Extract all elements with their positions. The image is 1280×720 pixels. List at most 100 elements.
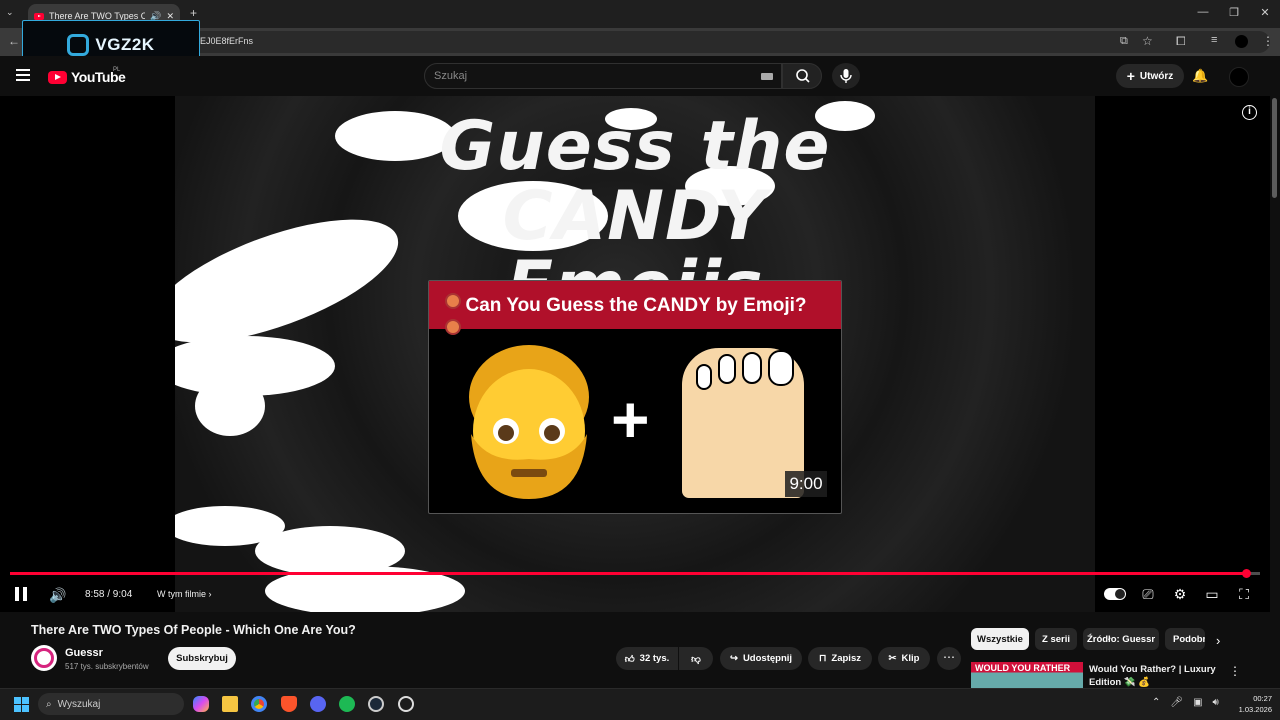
keyboard-icon[interactable] <box>761 73 773 80</box>
recommended-video-title[interactable]: Would You Rather? | Luxury Edition 💸 💰 <box>1089 663 1219 689</box>
pause-icon[interactable] <box>15 587 27 601</box>
theater-mode-icon[interactable]: ▭ <box>1202 586 1222 603</box>
save-label: Zapisz <box>831 653 861 664</box>
cast-icon[interactable]: ⧉ <box>1120 35 1128 48</box>
chapters-label: W tym filmie <box>157 589 206 599</box>
account-avatar[interactable] <box>1229 67 1249 87</box>
end-screen-card[interactable]: Can You Guess the CANDY by Emoji? + 9:00 <box>428 280 842 514</box>
dislike-button[interactable]: 👎︎ <box>679 647 713 670</box>
like-button[interactable]: 👍︎ 32 tys. <box>616 647 678 670</box>
autoplay-toggle[interactable] <box>1104 588 1126 600</box>
volume-icon[interactable]: 🔊 <box>49 587 66 604</box>
scissors-icon: ✂ <box>888 653 897 664</box>
chip-all[interactable]: Wszystkie <box>971 628 1029 650</box>
profile-icon[interactable] <box>1235 35 1248 48</box>
time-display: 8:58 / 9:04 <box>85 589 133 600</box>
progress-scrubber[interactable] <box>1242 569 1251 578</box>
share-icon: ↪ <box>729 653 738 664</box>
more-options-icon[interactable]: ⋮ <box>1229 664 1241 678</box>
video-title: There Are TWO Types Of People - Which On… <box>31 623 356 637</box>
chevron-up-icon[interactable]: ⌃ <box>1152 697 1160 708</box>
thumbs-down-icon: 👎︎ <box>691 653 701 665</box>
more-actions-button[interactable]: ⋯ <box>937 647 961 670</box>
menu-icon[interactable] <box>16 69 30 81</box>
brave-icon[interactable] <box>281 696 297 712</box>
chrome-icon[interactable] <box>251 696 267 712</box>
subscribe-button[interactable]: Subskrybuj <box>168 647 236 670</box>
windows-start-icon[interactable] <box>14 697 29 712</box>
clock[interactable]: 00:27 1.03.2026 <box>1222 693 1272 715</box>
speaker-icon[interactable]: 🔊︎ <box>1213 697 1219 708</box>
scrollbar-thumb[interactable] <box>1272 98 1277 198</box>
copilot-icon[interactable] <box>193 696 209 712</box>
close-window-button[interactable]: ✕ <box>1255 6 1275 19</box>
clock-time: 00:27 <box>1253 694 1272 703</box>
clip-label: Klip <box>901 653 920 664</box>
tab-search-icon[interactable]: ⌄ <box>6 7 14 18</box>
steam-icon[interactable] <box>368 696 384 712</box>
card-title: Can You Guess the CANDY by Emoji? <box>465 295 807 316</box>
settings-gear-icon[interactable]: ⚙ <box>1170 586 1190 603</box>
chevron-right-icon[interactable]: › <box>1216 633 1220 648</box>
plus-sign: + <box>611 382 650 456</box>
browser-menu-icon[interactable]: ⋮ <box>1262 34 1274 48</box>
maximize-button[interactable]: ❐ <box>1224 6 1244 19</box>
fullscreen-icon[interactable]: ⛶ <box>1234 586 1254 603</box>
obs-icon[interactable] <box>398 696 414 712</box>
channel-name[interactable]: Guessr <box>65 647 103 659</box>
microphone-icon <box>840 69 852 83</box>
discord-icon[interactable] <box>310 696 326 712</box>
country-code: PL <box>113 67 121 73</box>
title-line-1: Guess the CANDY <box>439 107 831 256</box>
clip-button[interactable]: ✂ Klip <box>878 647 930 670</box>
bookmark-star-icon[interactable]: ☆ <box>1142 34 1153 48</box>
search-placeholder: Szukaj <box>434 70 468 82</box>
channel-avatar[interactable] <box>31 645 57 671</box>
plus-icon: + <box>1126 68 1135 84</box>
overlay-text: VGZ2K <box>95 35 155 54</box>
chip-series[interactable]: Z serii <box>1035 628 1077 650</box>
search-button[interactable] <box>782 63 822 89</box>
paint-splotch <box>195 376 265 436</box>
video-frame[interactable]: Guess the CANDY Emojis Can You Guess the… <box>175 96 1095 612</box>
minimize-button[interactable]: — <box>1193 6 1213 18</box>
create-button[interactable]: + Utwórz <box>1116 64 1184 88</box>
thumbs-up-icon: 👍︎ <box>624 653 635 665</box>
instagram-icon <box>67 34 90 56</box>
taskbar-search-label: Wyszukaj <box>57 698 101 710</box>
extensions-icon[interactable]: ⧠ <box>1176 34 1186 49</box>
url-text[interactable]: EJ0E8fErFns <box>200 36 253 46</box>
taskbar-search[interactable]: ⌕ Wyszukaj <box>38 693 184 715</box>
back-arrow-icon[interactable]: ← <box>8 34 20 48</box>
save-button[interactable]: ⊓ Zapisz <box>808 647 872 670</box>
network-icon[interactable]: ▣ <box>1193 697 1202 708</box>
info-icon[interactable]: i <box>1242 105 1257 120</box>
chip-source[interactable]: Źródło: Guessr <box>1083 628 1159 650</box>
subscriber-count: 517 tys. subskrybentów <box>65 662 149 671</box>
notifications-bell-icon[interactable]: 🔔 <box>1192 68 1208 84</box>
address-bar[interactable] <box>190 31 1270 53</box>
chevron-right-icon: › <box>208 589 212 599</box>
lollipop-icon <box>445 319 461 335</box>
spotify-icon[interactable] <box>339 696 355 712</box>
search-icon <box>796 69 810 83</box>
clock-date: 1.03.2026 <box>1238 705 1272 714</box>
chip-related[interactable]: Podobne <box>1165 628 1205 650</box>
search-icon: ⌕ <box>46 698 52 710</box>
media-control-icon[interactable]: ≡ <box>1211 34 1217 46</box>
like-count: 32 tys. <box>639 653 670 664</box>
progress-bar-fill <box>10 572 1246 575</box>
subtitles-icon[interactable]: ⎚ <box>1138 586 1158 603</box>
microphone-icon[interactable]: 🎤︎ <box>1170 697 1183 708</box>
share-button[interactable]: ↪ Udostępnij <box>720 647 802 670</box>
file-explorer-icon[interactable] <box>222 696 238 712</box>
voice-search-button[interactable] <box>832 63 860 89</box>
share-label: Udostępnij <box>742 653 793 664</box>
chapters-button[interactable]: W tym filmie › <box>157 589 212 599</box>
new-tab-button[interactable]: + <box>190 6 197 20</box>
bearded-man-emoji-icon <box>465 345 593 501</box>
system-tray: ⌃ 🎤︎ ▣ 🔊︎ <box>1152 697 1219 708</box>
bookmark-icon: ⊓ <box>819 653 827 664</box>
player-right-controls: ⎚ ⚙ ▭ ⛶ <box>1104 586 1254 603</box>
search-input[interactable] <box>424 63 782 89</box>
